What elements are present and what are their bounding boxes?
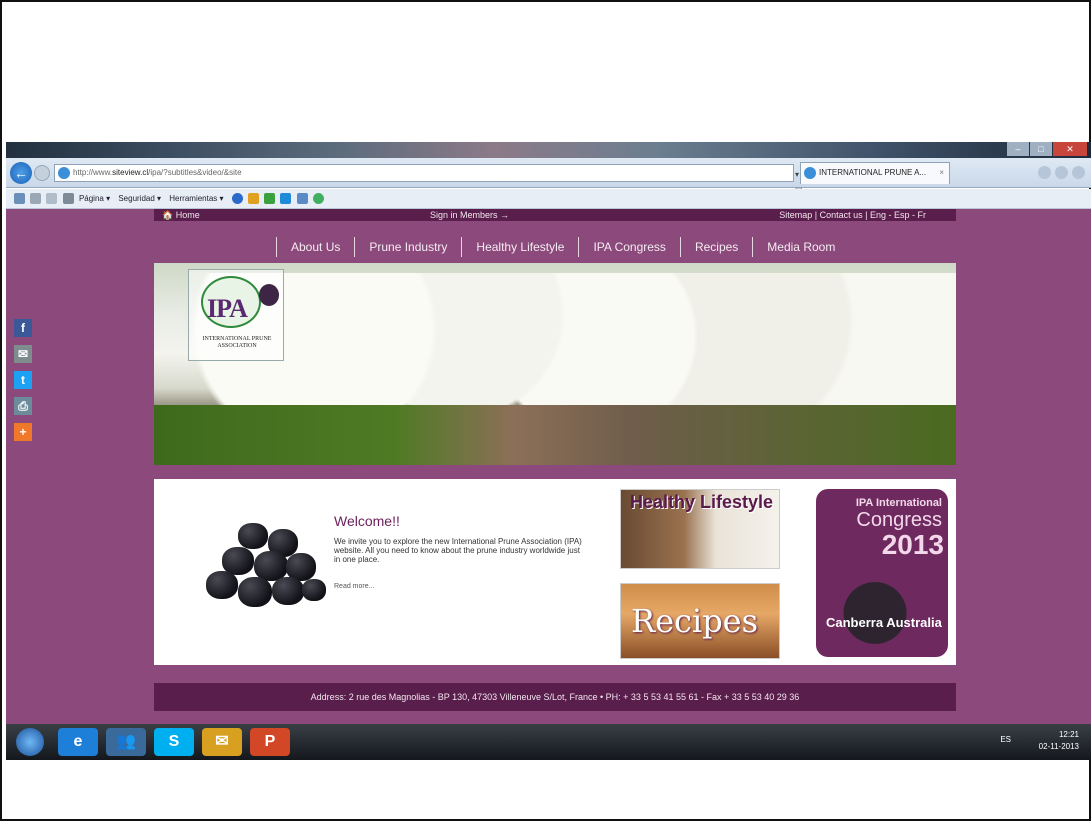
tab-close-icon[interactable]: × — [939, 163, 944, 183]
hero-banner-orchard: IPA INTERNATIONAL PRUNE ASSOCIATION — [154, 263, 956, 465]
facebook-icon[interactable]: f — [14, 319, 32, 337]
command-bar: Página ▾ Seguridad ▾ Herramientas ▾ — [6, 189, 1091, 209]
logo-name: INTERNATIONAL PRUNE ASSOCIATION — [202, 336, 272, 349]
home-page-icon[interactable] — [14, 193, 25, 205]
social-share-bar: f ✉ t ⎙ + — [14, 319, 32, 441]
orchard-ground-image — [154, 405, 956, 465]
nav-media-room[interactable]: Media Room — [752, 237, 849, 257]
tab-favicon-icon — [804, 167, 816, 179]
twitter-icon[interactable]: t — [14, 371, 32, 389]
nav-recipes[interactable]: Recipes — [679, 237, 752, 257]
toolbar-addon-3-icon[interactable] — [280, 193, 292, 205]
print-icon[interactable] — [62, 193, 74, 205]
taskbar-outlook-icon[interactable]: ✉ — [202, 728, 242, 756]
home-icon[interactable] — [1038, 166, 1051, 179]
url-domain: siteview.cl — [112, 168, 149, 177]
mail-icon[interactable] — [46, 193, 58, 205]
clock-date: 02-11-2013 — [1038, 742, 1079, 751]
recipes-promo[interactable]: Recipes — [620, 583, 780, 659]
url-prefix: http://www. — [73, 168, 113, 177]
print-icon[interactable]: ⎙ — [14, 397, 32, 415]
screenshot-frame: – □ ✕ ← http://www.siteview.cl/ipa/?subt… — [0, 0, 1091, 821]
sign-in-members-link[interactable]: Sign in Members → — [430, 209, 509, 221]
prunes-image — [198, 519, 328, 609]
favorites-star-icon[interactable] — [1055, 166, 1068, 179]
recipes-label: Recipes — [631, 602, 759, 640]
minimize-button[interactable]: – — [1007, 142, 1029, 156]
healthy-lifestyle-label: Healthy Lifestyle — [629, 492, 773, 512]
prune-icon — [259, 284, 279, 306]
congress-location: Canberra Australia — [826, 615, 942, 630]
healthy-lifestyle-promo[interactable]: Healthy Lifestyle — [620, 489, 780, 569]
menu-pagina[interactable]: Página ▾ — [79, 194, 110, 203]
browser-tab[interactable]: INTERNATIONAL PRUNE A... × — [800, 162, 950, 184]
email-icon[interactable]: ✉ — [14, 345, 32, 363]
taskbar-skype-icon[interactable]: S — [154, 728, 194, 756]
clock-time: 12:21 — [1058, 730, 1079, 739]
nav-prune-industry[interactable]: Prune Industry — [354, 237, 461, 257]
window-controls: – □ ✕ — [1007, 142, 1087, 156]
title-bar: – □ ✕ — [6, 142, 1091, 158]
congress-line-1: IPA International — [855, 497, 942, 509]
browser-window: – □ ✕ ← http://www.siteview.cl/ipa/?subt… — [6, 142, 1091, 760]
kangaroo-icon — [820, 559, 930, 649]
forward-button[interactable] — [34, 165, 50, 181]
url-input[interactable]: http://www.siteview.cl/ipa/?subtitles&vi… — [54, 164, 803, 211]
maximize-button[interactable]: □ — [1030, 142, 1052, 156]
congress-2013-promo[interactable]: IPA International Congress 2013 Canberra… — [816, 489, 948, 657]
main-nav: About Us Prune Industry Healthy Lifestyl… — [276, 237, 849, 257]
welcome-text: We invite you to explore the new Interna… — [334, 537, 582, 564]
logo-acronym: IPA — [207, 294, 248, 323]
settings-gear-icon[interactable] — [1072, 166, 1085, 179]
toolbar-addon-icon[interactable] — [248, 193, 260, 205]
menu-seguridad[interactable]: Seguridad ▾ — [118, 194, 161, 203]
nav-ipa-congress[interactable]: IPA Congress — [578, 237, 679, 257]
feeds-icon[interactable] — [30, 193, 42, 205]
url-path: /ipa/?subtitles&video/&site — [148, 168, 242, 177]
clock[interactable]: 12:21 02-11-2013 — [1039, 729, 1079, 753]
start-button[interactable] — [16, 728, 44, 756]
menu-herramientas[interactable]: Herramientas ▾ — [169, 194, 223, 203]
welcome-title: Welcome!! — [334, 513, 400, 529]
tab-title: INTERNATIONAL PRUNE A... — [819, 168, 927, 177]
footer-address: Address: 2 rue des Magnolias - BP 130, 4… — [154, 683, 956, 711]
utility-links[interactable]: Sitemap | Contact us | Eng - Esp - Fr — [779, 209, 926, 221]
read-more-link[interactable]: Read more... — [334, 583, 374, 590]
back-button[interactable]: ← — [10, 162, 32, 184]
address-bar-area: ← http://www.siteview.cl/ipa/?subtitles&… — [6, 158, 1091, 211]
windows-taskbar: ES 12:21 02-11-2013 e 👥 S ✉ P — [6, 724, 1091, 760]
congress-year: 2013 — [881, 529, 944, 560]
toolbar-addon-5-icon[interactable] — [312, 193, 324, 205]
taskbar-internet-explorer-icon[interactable]: e — [58, 728, 98, 756]
help-icon[interactable] — [231, 193, 243, 205]
browser-right-icons — [1038, 166, 1085, 179]
toolbar-addon-2-icon[interactable] — [264, 193, 276, 205]
taskbar-powerpoint-icon[interactable]: P — [250, 728, 290, 756]
page-viewport: f ✉ t ⎙ + 🏠 Home Sign in Members → Sitemap |… — [6, 209, 1091, 724]
close-window-button[interactable]: ✕ — [1053, 142, 1087, 156]
language-indicator[interactable]: ES — [1000, 735, 1011, 744]
taskbar-people-icon[interactable]: 👥 — [106, 728, 146, 756]
nav-healthy-lifestyle[interactable]: Healthy Lifestyle — [461, 237, 578, 257]
ipa-logo[interactable]: IPA INTERNATIONAL PRUNE ASSOCIATION — [188, 269, 284, 361]
toolbar-addon-4-icon[interactable] — [296, 193, 308, 205]
nav-about-us[interactable]: About Us — [276, 237, 354, 257]
home-link[interactable]: 🏠 Home — [162, 209, 200, 221]
content-panel: Welcome!! We invite you to explore the n… — [154, 479, 956, 665]
top-utility-strip: 🏠 Home Sign in Members → Sitemap | Conta… — [154, 209, 956, 221]
share-plus-icon[interactable]: + — [14, 423, 32, 441]
site-favicon-icon — [58, 167, 70, 179]
